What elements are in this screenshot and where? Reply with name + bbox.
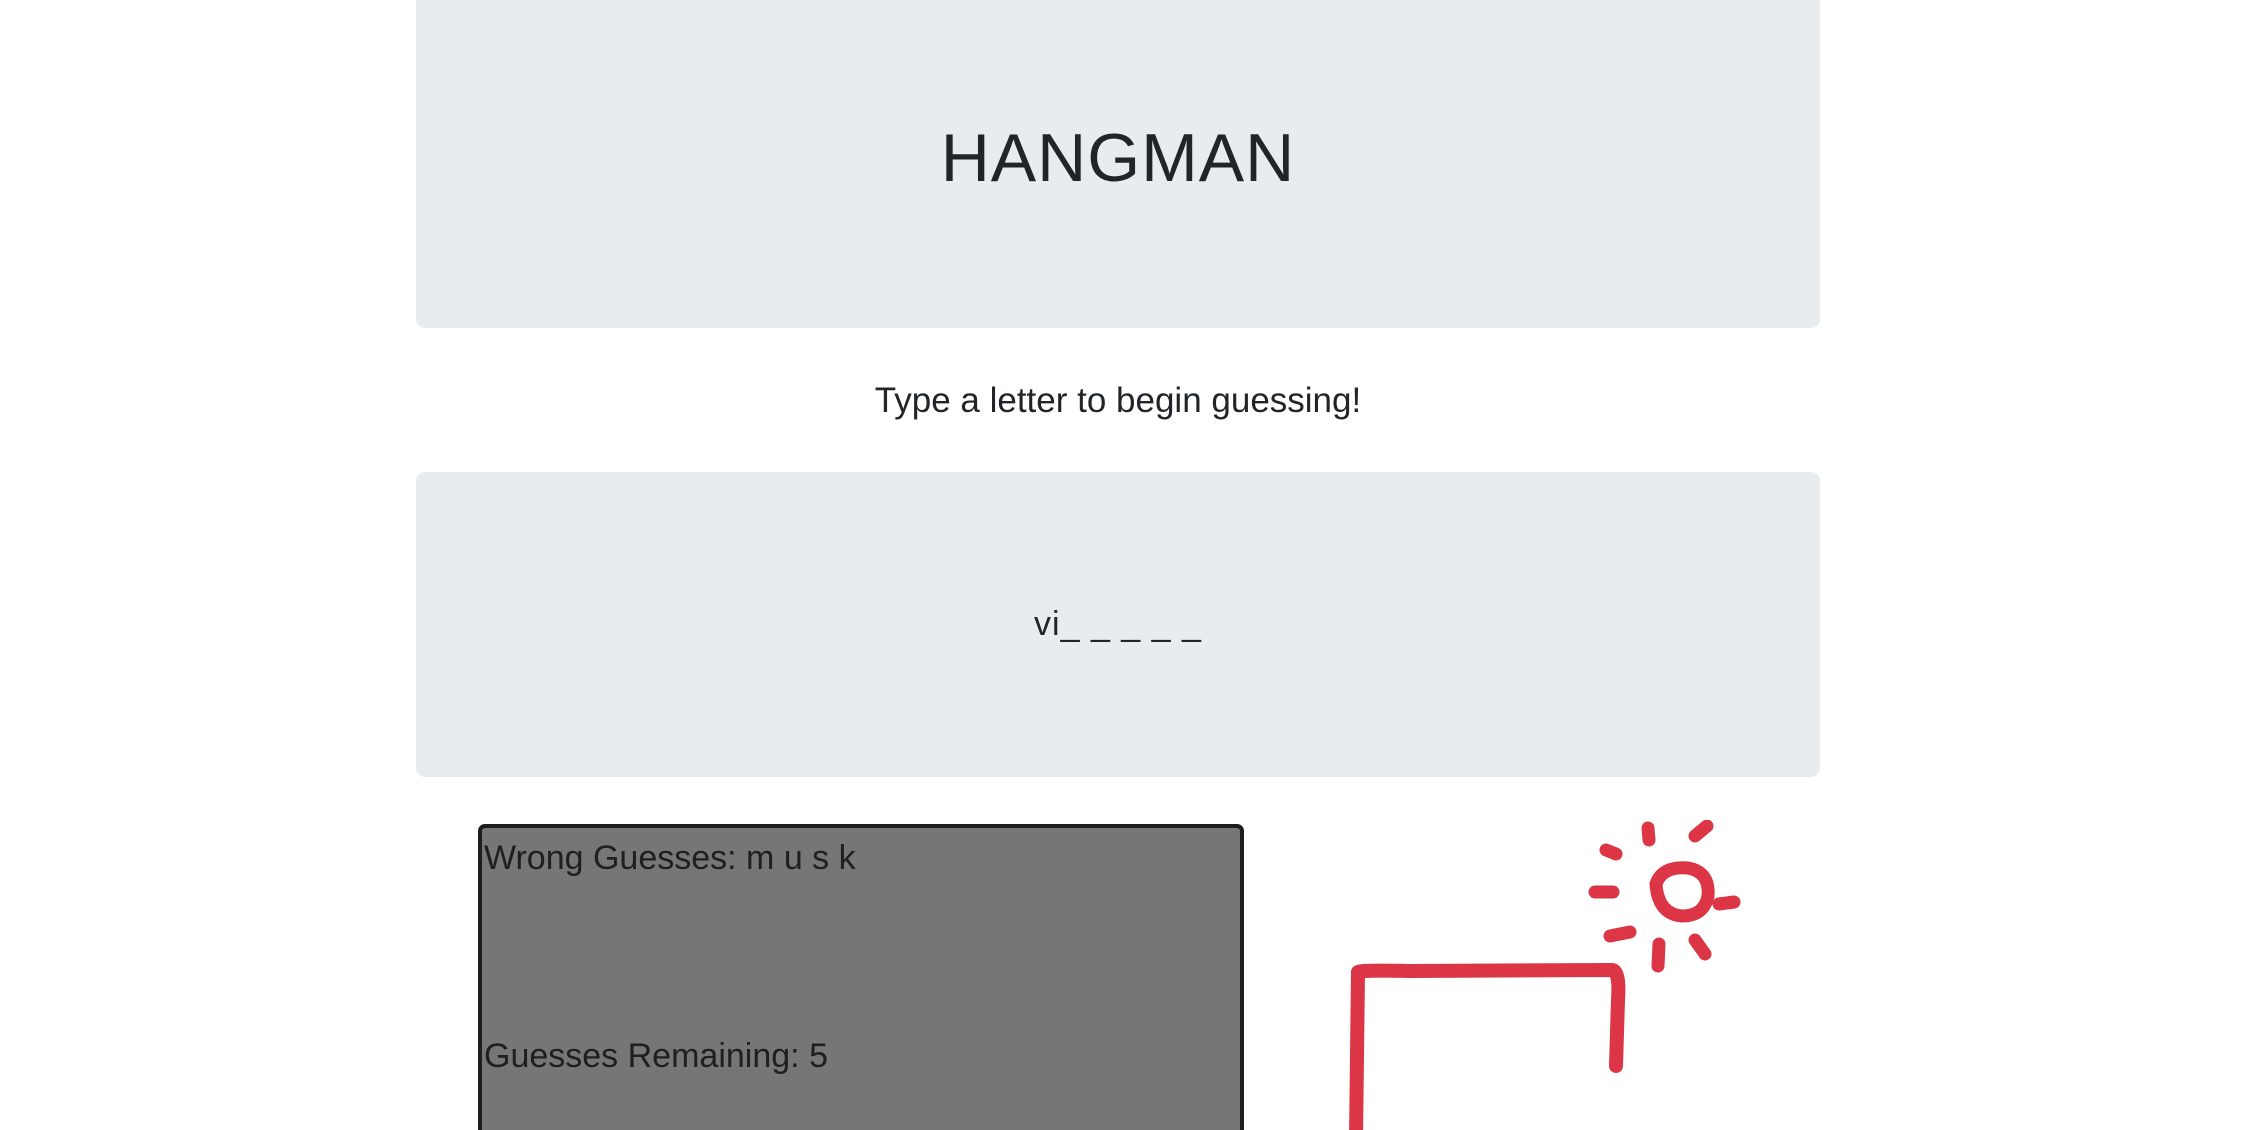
wrong-guesses-label: Wrong Guesses:	[484, 839, 737, 877]
hangman-page: HANGMAN Type a letter to begin guessing!…	[0, 0, 2244, 1130]
gallows-icon	[1349, 963, 1626, 1130]
hangman-drawing-icon	[1349, 820, 1741, 1130]
guesses-remaining-label: Guesses Remaining:	[484, 1037, 800, 1075]
guesses-remaining-line: Guesses Remaining: 5	[484, 1036, 828, 1076]
wrong-guesses-value: m u s k	[746, 839, 856, 877]
wrong-guesses-line: Wrong Guesses: m u s k	[484, 838, 856, 878]
stats-panel: Wrong Guesses: m u s k Guesses Remaining…	[478, 824, 1244, 1130]
word-display: vi_ _ _ _ _	[1034, 605, 1202, 643]
guesses-remaining-value: 5	[809, 1037, 828, 1075]
page-title: HANGMAN	[940, 120, 1296, 196]
sun-icon	[1588, 820, 1741, 973]
word-panel: vi_ _ _ _ _	[416, 472, 1820, 777]
title-banner: HANGMAN	[416, 0, 1820, 328]
instructions-text: Type a letter to begin guessing!	[874, 381, 1362, 420]
